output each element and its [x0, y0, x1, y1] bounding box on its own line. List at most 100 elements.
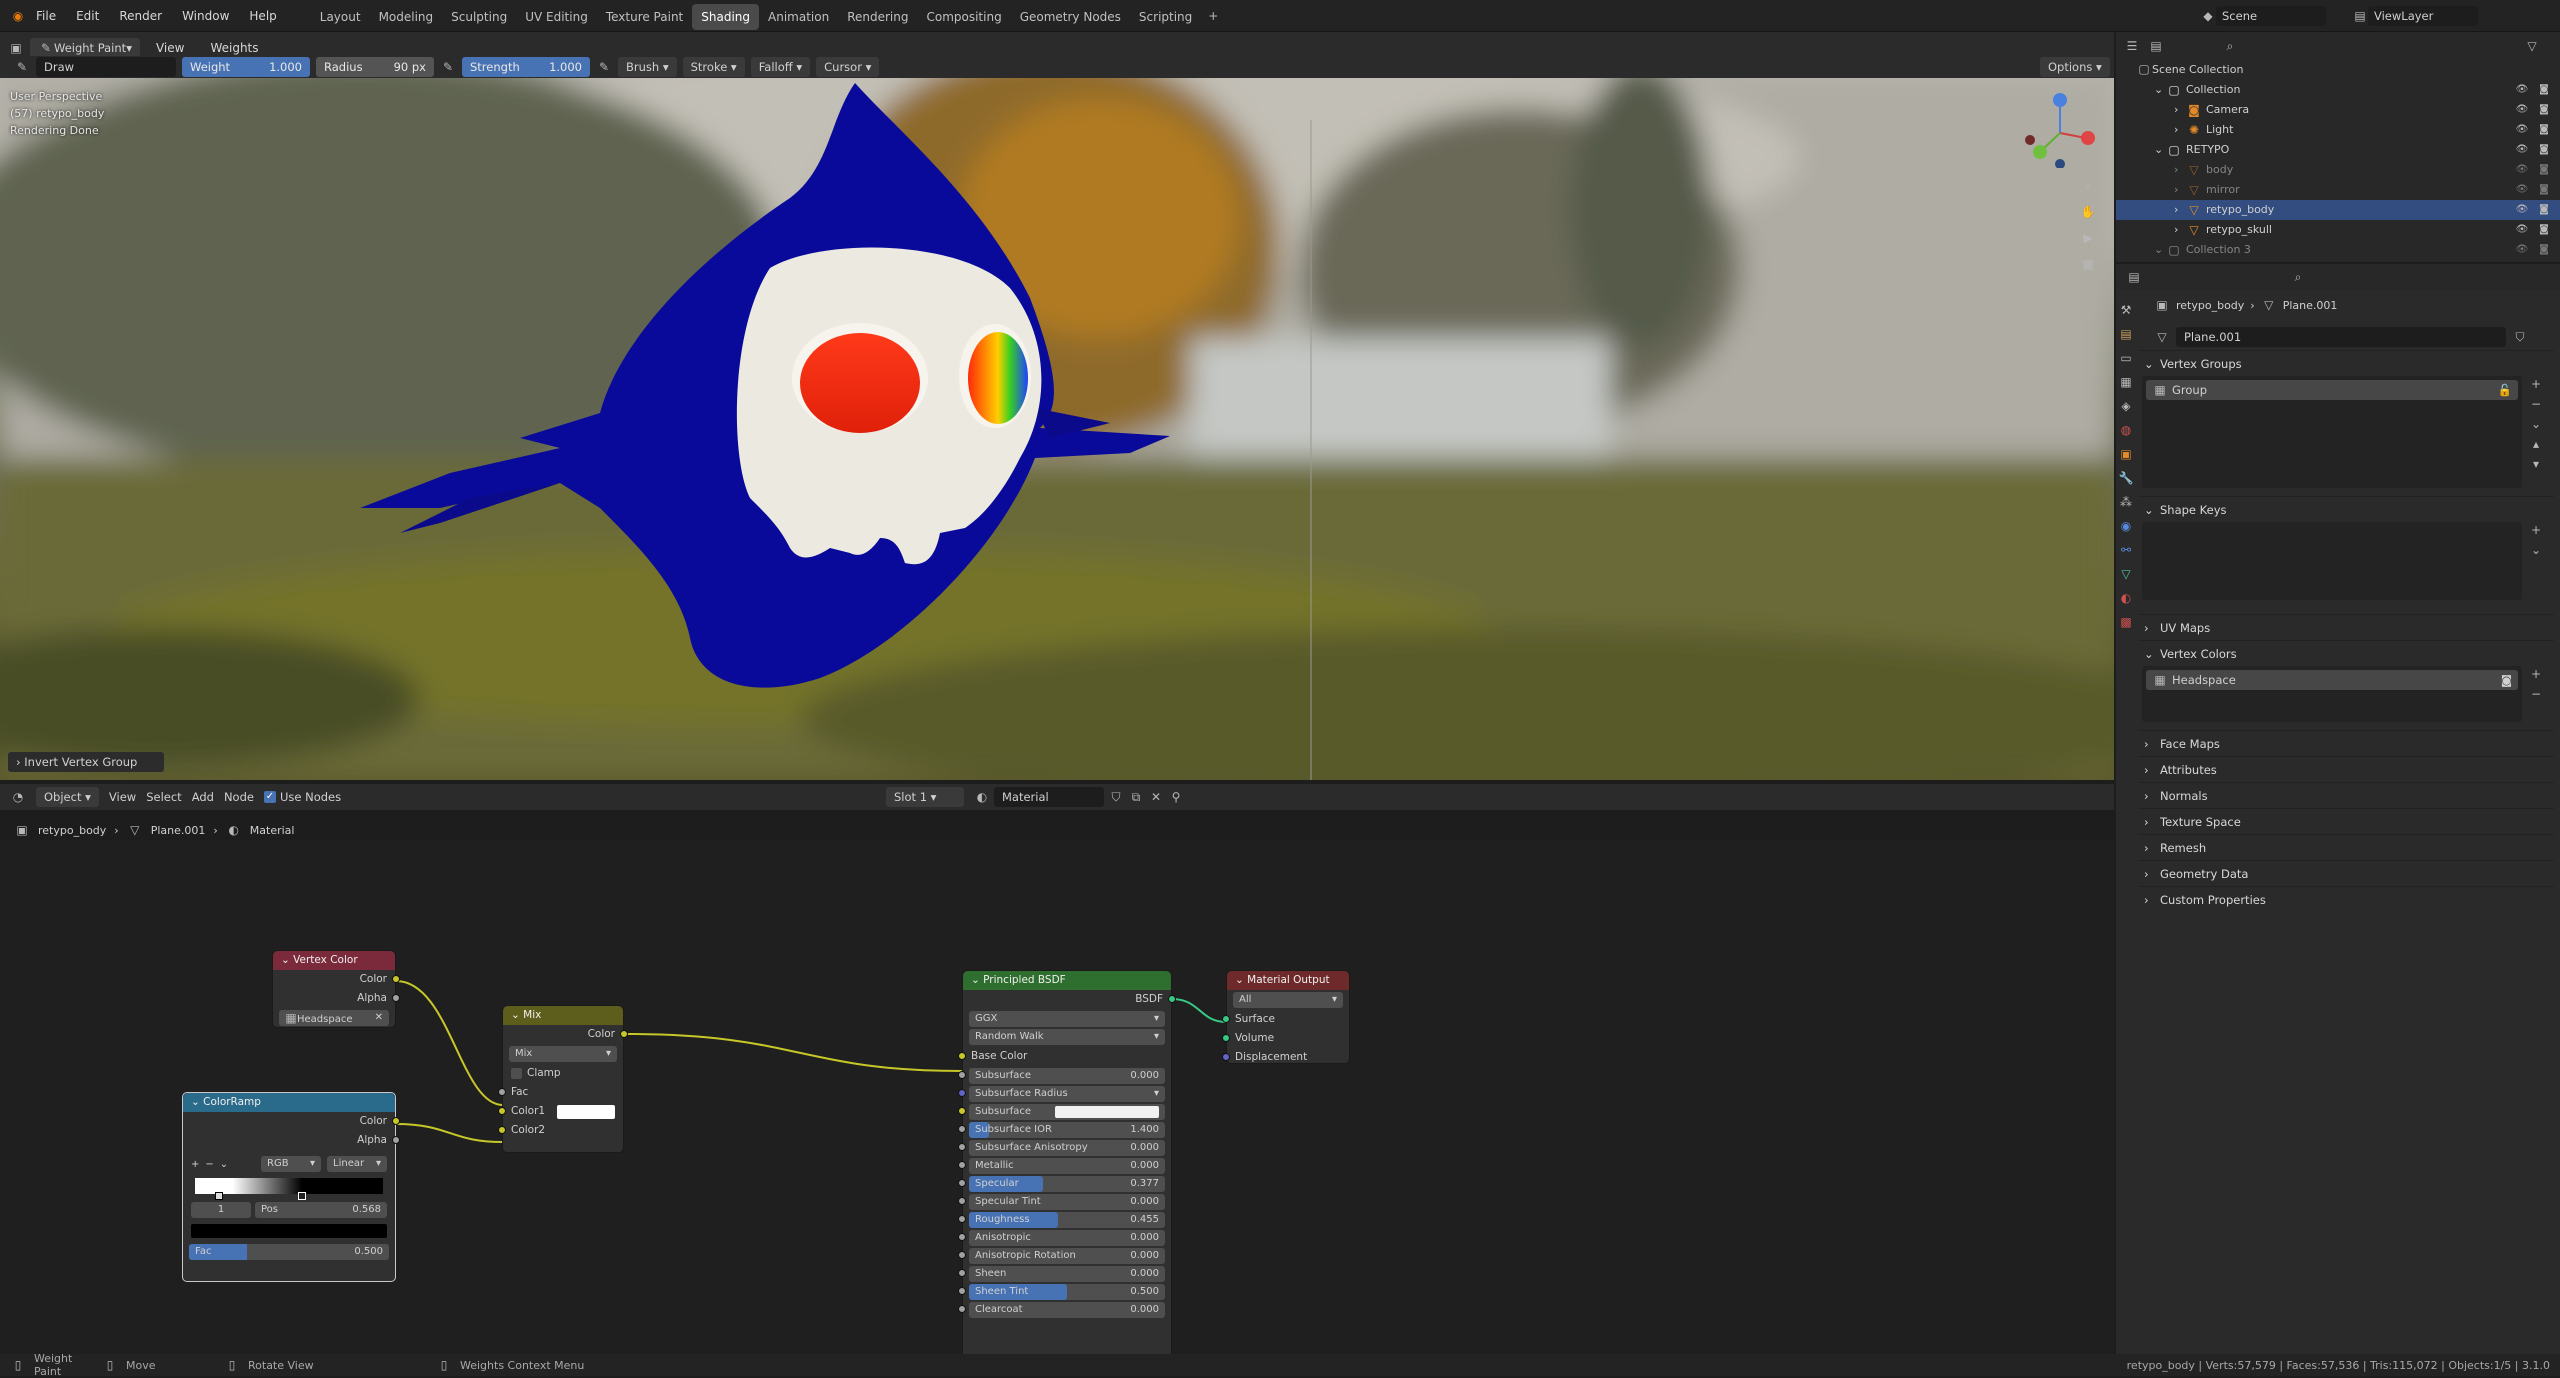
add-icon[interactable]: +: [2528, 666, 2544, 682]
ramp-stop-handle[interactable]: [298, 1192, 306, 1200]
render-tab-icon[interactable]: ▤: [2118, 326, 2134, 342]
input-socket[interactable]: [958, 1215, 966, 1223]
menu-view[interactable]: View: [146, 38, 194, 58]
search-icon[interactable]: ⌕: [2290, 269, 2306, 285]
visibility-eye-icon[interactable]: 👁: [2514, 182, 2530, 198]
slot-dropdown[interactable]: Slot 1 ▾: [886, 787, 964, 807]
mesh-name-field[interactable]: Plane.001: [2176, 327, 2506, 347]
panel-custom-properties[interactable]: › Custom Properties: [2138, 886, 2554, 912]
color1-swatch[interactable]: [557, 1104, 615, 1119]
panel-normals[interactable]: › Normals: [2138, 782, 2554, 808]
fake-user-icon[interactable]: ⛉: [2512, 329, 2528, 345]
remove-icon[interactable]: −: [2528, 686, 2544, 702]
material-selector[interactable]: ◐ Material ⛉ ⧉ ✕ ⚲: [974, 787, 1184, 807]
bsdf-input-subsurface[interactable]: Subsurface 0.000: [958, 1068, 1165, 1084]
visibility-eye-icon[interactable]: 👁: [2514, 242, 2530, 258]
vertex-color-node[interactable]: ⌄ Vertex Color Color Alpha ▦Headspace ✕: [272, 950, 400, 1028]
target-dropdown[interactable]: All ▾: [1233, 992, 1343, 1008]
render-camera-icon[interactable]: ◙: [2536, 242, 2552, 258]
bsdf-input-clearcoat[interactable]: Clearcoat 0.000: [958, 1302, 1165, 1318]
blend-type-dropdown[interactable]: Mix ▾: [509, 1046, 617, 1062]
tab-uv-editing[interactable]: UV Editing: [516, 4, 597, 30]
input-socket[interactable]: [958, 1179, 966, 1187]
bsdf-input-metallic[interactable]: Metallic 0.000: [958, 1158, 1165, 1174]
menu-weights[interactable]: Weights: [200, 38, 268, 58]
render-camera-icon[interactable]: ◙: [2536, 82, 2552, 98]
menu-view[interactable]: View: [109, 790, 136, 804]
bsdf-input-subsurface-col-[interactable]: Subsurface Col...: [958, 1104, 1165, 1133]
bsdf-input-subsurface-anisotropy[interactable]: Subsurface Anisotropy 0.000: [958, 1140, 1165, 1156]
output-socket[interactable]: [392, 1136, 400, 1144]
zoom-icon[interactable]: ⌕: [2080, 178, 2096, 194]
filter-icon[interactable]: ▽: [2524, 38, 2540, 54]
shape-keys-panel-header[interactable]: ⌄ Shape Keys: [2138, 496, 2554, 522]
bsdf-input-subsurface-radius[interactable]: Subsurface Radius ▾: [958, 1086, 1165, 1102]
visibility-eye-icon[interactable]: 👁: [2514, 82, 2530, 98]
unlink-icon[interactable]: ✕: [1148, 789, 1164, 805]
node-header[interactable]: ⌄ Vertex Color: [273, 951, 395, 970]
camera-icon[interactable]: ◙: [2501, 673, 2512, 687]
chevron-down-icon[interactable]: ⌄: [220, 1159, 228, 1170]
properties-editor[interactable]: ▤ ⌕ ⚒ ▤ ▭ ▦ ◈ ◍ ▣ 🔧 ⁂ ◉ ⚯ ▽ ◐ ▩ ▣ retypo_…: [2116, 264, 2560, 1354]
pin-icon[interactable]: ⚲: [1168, 789, 1184, 805]
3d-viewport[interactable]: User Perspective (57) retypo_body Render…: [0, 78, 2114, 780]
lock-icon[interactable]: 🔓: [2498, 383, 2512, 397]
menu-edit[interactable]: Edit: [66, 0, 109, 32]
tab-rendering[interactable]: Rendering: [838, 4, 917, 30]
colorramp-node[interactable]: ⌄ ColorRamp Color Alpha + − ⌄ RGB ▾ Linear ▾…: [182, 1092, 400, 1282]
mix-node[interactable]: ⌄ Mix Color Mix ▾ Clamp Fac Color1 Color2: [498, 1005, 628, 1153]
panel-geometry-data[interactable]: › Geometry Data: [2138, 860, 2554, 886]
menu-window[interactable]: Window: [172, 0, 239, 32]
pan-hand-icon[interactable]: ✋: [2080, 204, 2096, 220]
material-output-node[interactable]: ⌄ Material Output All ▾ Surface Volume Di…: [1222, 970, 1350, 1064]
editor-type-icon[interactable]: ☰: [2124, 38, 2140, 54]
stroke-popover[interactable]: Stroke ▾: [682, 57, 745, 77]
tab-scripting[interactable]: Scripting: [1130, 4, 1201, 30]
weight-field[interactable]: Weight 1.000: [182, 57, 310, 77]
input-socket[interactable]: [958, 1143, 966, 1151]
bsdf-input-specular-tint[interactable]: Specular Tint 0.000: [958, 1194, 1165, 1210]
bsdf-input-roughness[interactable]: Roughness 0.455: [958, 1212, 1165, 1228]
use-nodes-checkbox[interactable]: ✓ Use Nodes: [263, 790, 341, 804]
expand-icon[interactable]: ⌄: [2154, 240, 2166, 260]
render-camera-icon[interactable]: ◙: [2536, 122, 2552, 138]
ortho-grid-icon[interactable]: ▦: [2080, 256, 2096, 272]
output-socket[interactable]: [392, 975, 400, 983]
output-socket[interactable]: [620, 1030, 628, 1038]
outliner-item[interactable]: › ▽ retypo_skull 👁 ◙: [2116, 220, 2560, 240]
input-socket[interactable]: [1222, 1053, 1230, 1061]
tab-animation[interactable]: Animation: [759, 4, 838, 30]
material-tab-icon[interactable]: ◐: [2118, 590, 2134, 606]
input-socket[interactable]: [958, 1287, 966, 1295]
input-socket[interactable]: [958, 1107, 966, 1115]
duplicate-icon[interactable]: ⧉: [1128, 789, 1144, 805]
camera-view-icon[interactable]: ▶: [2080, 230, 2096, 246]
expand-icon[interactable]: ›: [2174, 200, 2186, 220]
brush-tool-icon[interactable]: ✎: [14, 59, 30, 75]
outliner-root[interactable]: ▢ Scene Collection: [2116, 60, 2560, 80]
output-socket[interactable]: [392, 1117, 400, 1125]
add-icon[interactable]: +: [2528, 522, 2544, 538]
data-tab-icon[interactable]: ▽: [2118, 566, 2134, 582]
view-layer-name[interactable]: ViewLayer: [2368, 6, 2478, 26]
color-swatch[interactable]: [1054, 1106, 1159, 1118]
expand-icon[interactable]: ⌄: [2154, 80, 2166, 100]
output-socket[interactable]: [392, 994, 400, 1002]
render-camera-icon[interactable]: ◙: [2536, 162, 2552, 178]
editor-type-icon[interactable]: ◔: [10, 789, 26, 805]
tool-tab-icon[interactable]: ⚒: [2118, 302, 2134, 318]
visibility-eye-icon[interactable]: 👁: [2514, 162, 2530, 178]
menu-file[interactable]: File: [26, 0, 66, 32]
expand-icon[interactable]: ›: [2174, 120, 2186, 140]
clear-icon[interactable]: ✕: [375, 1010, 383, 1026]
mode-dropdown[interactable]: ✎ Weight Paint ▾: [30, 38, 140, 58]
object-type-dropdown[interactable]: Object ▾: [36, 787, 99, 807]
outliner-item[interactable]: ⌄ ▢ Collection 3 👁 ◙: [2116, 240, 2560, 260]
texture-tab-icon[interactable]: ▩: [2118, 614, 2134, 630]
ramp-stop-handle[interactable]: [215, 1192, 223, 1200]
blender-logo-icon[interactable]: ◉: [10, 8, 26, 24]
input-socket[interactable]: [958, 1125, 966, 1133]
scene-tab-icon[interactable]: ◈: [2118, 398, 2134, 414]
distribution-dropdown[interactable]: GGX ▾: [969, 1011, 1165, 1027]
menu-help[interactable]: Help: [239, 0, 286, 32]
